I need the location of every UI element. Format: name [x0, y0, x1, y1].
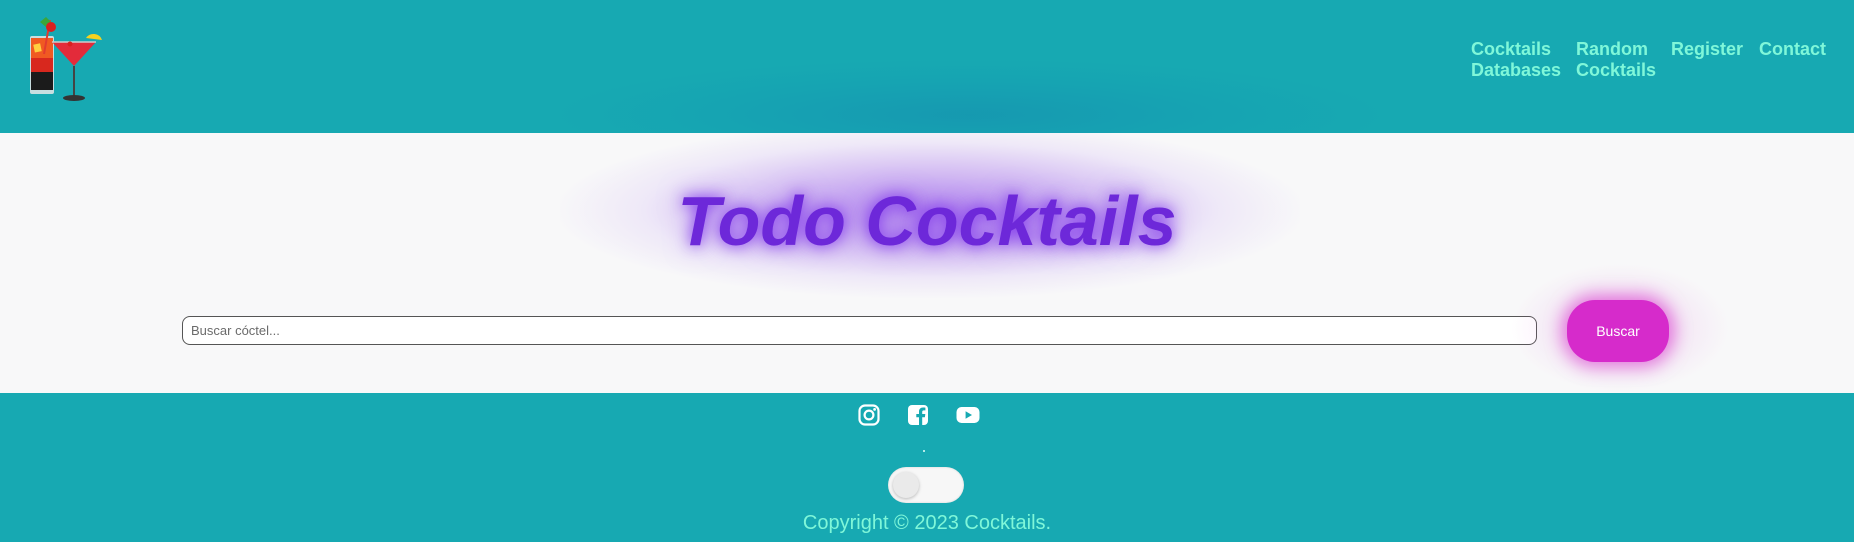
nav-register[interactable]: Register: [1671, 39, 1743, 60]
main-nav: Cocktails Databases Random Cocktails Reg…: [1471, 39, 1826, 81]
cocktails-logo[interactable]: [22, 14, 104, 104]
youtube-icon[interactable]: [955, 403, 981, 427]
header-glow: [560, 60, 1380, 133]
facebook-icon[interactable]: [906, 403, 930, 427]
copyright-text: Copyright © 2023 Cocktails.: [802, 512, 1052, 534]
page-title: Todo Cocktails: [677, 182, 1177, 260]
site-footer: Copyright © 2023 Cocktails.: [0, 393, 1854, 542]
nav-label-line2: Cocktails: [1576, 60, 1657, 80]
nav-label: Contact: [1759, 39, 1827, 59]
instagram-icon[interactable]: [857, 403, 881, 427]
nav-label-line1: Cocktails: [1471, 39, 1552, 59]
theme-toggle-knob[interactable]: [893, 472, 919, 498]
nav-cocktails-databases[interactable]: Cocktails Databases: [1471, 39, 1562, 81]
social-links: [857, 403, 981, 427]
search-input[interactable]: [182, 316, 1537, 345]
theme-toggle[interactable]: [888, 467, 964, 503]
footer-dot: [923, 450, 925, 452]
site-header: Cocktails Databases Random Cocktails Reg…: [0, 0, 1854, 133]
search-button[interactable]: Buscar: [1567, 300, 1669, 362]
nav-random-cocktails[interactable]: Random Cocktails: [1576, 39, 1656, 81]
nav-label-line1: Random: [1576, 39, 1648, 59]
nav-label: Register: [1671, 39, 1744, 59]
nav-contact[interactable]: Contact: [1759, 39, 1826, 60]
nav-label-line2: Databases: [1471, 60, 1562, 80]
hero-section: Todo Cocktails Buscar: [0, 133, 1854, 393]
